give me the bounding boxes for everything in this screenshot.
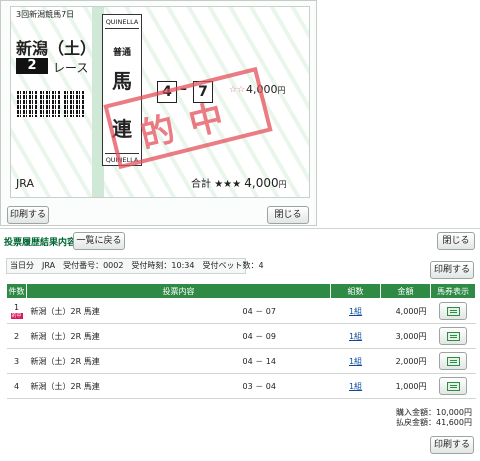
betting-ticket: 3回新潟競馬7日 新潟（土） 2 レース QUINELLA 普通 馬 連 QUI… <box>10 6 310 198</box>
amount-cell: 4,000円 <box>380 298 431 324</box>
print-button[interactable]: 印刷する <box>430 261 474 279</box>
ticket-total-line: 合計 ★★★ 4,000円 <box>191 175 287 190</box>
qr-code-icon <box>17 91 37 117</box>
combo-count-link[interactable]: 1組 <box>349 357 362 366</box>
ticket-view-button[interactable] <box>439 352 467 370</box>
total-stars: ★★★ <box>214 179 242 190</box>
ticket-view-button[interactable] <box>439 327 467 345</box>
combo-cell: 04 － 14 <box>238 348 331 374</box>
receipt-info-bar: 当日分 JRA 受付番号：0002 受付時刻：10:34 受付ベット数：4 <box>6 258 264 274</box>
table-row: 3 新潟（土）2R 馬連 04 － 14 1組 2,000円 <box>6 348 476 374</box>
ticket-view-cell <box>430 373 476 399</box>
column-header-count: 件数 <box>6 283 27 299</box>
totals-summary: 購入金額：10,000円 払戻金額：41,600円 <box>300 408 472 428</box>
bet-results-table: 件数 投票内容 組数 金額 馬券表示 1 的中 新潟（土）2R 馬連 04 － … <box>6 283 476 399</box>
bet-type-big-1: 馬 <box>112 69 132 93</box>
table-row: 2 新潟（土）2R 馬連 04 － 09 1組 3,000円 <box>6 323 476 349</box>
ticket-icon <box>447 307 460 316</box>
row-number-cell: 2 <box>6 323 27 349</box>
row-number: 1 <box>13 303 20 312</box>
table-row: 4 新潟（土）2R 馬連 03 － 04 1組 1,000円 <box>6 373 476 399</box>
page-title: 投票履歴結果内容 <box>4 238 77 248</box>
count-cell: 1組 <box>330 373 381 399</box>
race-cell: 新潟（土）2R 馬連 <box>26 373 239 399</box>
back-to-list-button[interactable]: 一覧に戻る <box>73 232 125 250</box>
combo-count-link[interactable]: 1組 <box>349 382 362 391</box>
hit-badge: 的中 <box>10 313 23 319</box>
table-row: 1 的中 新潟（土）2R 馬連 04 － 07 1組 4,000円 <box>6 298 476 324</box>
bet-type-small: 普通 <box>112 48 131 58</box>
total-amount: 4,000 <box>244 176 279 190</box>
combo-count-link[interactable]: 1組 <box>349 332 362 341</box>
race-cell: 新潟（土）2R 馬連 <box>26 298 239 324</box>
column-header-content: 投票内容 <box>26 283 331 299</box>
row-number-cell: 1 的中 <box>6 298 27 324</box>
column-header-amount: 金額 <box>380 283 431 299</box>
row-number-cell: 4 <box>6 373 27 399</box>
main-header: 投票履歴結果内容 一覧に戻る 閉じる <box>0 228 480 252</box>
combo-cell: 04 － 07 <box>238 298 331 324</box>
divider <box>105 28 139 29</box>
row-number-cell: 3 <box>6 348 27 374</box>
ticket-view-cell <box>430 348 476 374</box>
ticket-view-cell <box>430 323 476 349</box>
race-suffix: レース <box>53 61 89 75</box>
amount-cell: 1,000円 <box>380 373 431 399</box>
amount-cell: 2,000円 <box>380 348 431 374</box>
qr-code-icon <box>40 91 60 117</box>
count-cell: 1組 <box>330 323 381 349</box>
purchase-total: 購入金額：10,000円 <box>396 408 472 417</box>
ticket-view-cell <box>430 298 476 324</box>
venue-label: 新潟（土） <box>16 39 97 58</box>
ticket-view-button[interactable] <box>439 302 467 320</box>
ticket-view-button[interactable] <box>439 377 467 395</box>
jra-mark: JRA <box>16 177 34 190</box>
table-header-row: 件数 投票内容 組数 金額 馬券表示 <box>6 283 476 299</box>
race-cell: 新潟（土）2R 馬連 <box>26 323 239 349</box>
column-header-ticket-view: 馬券表示 <box>430 283 476 299</box>
race-number: 2 <box>16 58 48 74</box>
total-label: 合計 <box>191 179 211 190</box>
ticket-icon <box>447 357 460 366</box>
count-cell: 1組 <box>330 298 381 324</box>
ticket-icon <box>447 332 460 341</box>
combo-cell: 04 － 09 <box>238 323 331 349</box>
close-button[interactable]: 閉じる <box>437 232 475 250</box>
ticket-icon <box>447 382 460 391</box>
close-popup-button[interactable]: 閉じる <box>267 206 309 224</box>
qr-code-icon <box>64 91 84 117</box>
combo-cell: 03 － 04 <box>238 373 331 399</box>
race-cell: 新潟（土）2R 馬連 <box>26 348 239 374</box>
total-unit: 円 <box>278 180 287 189</box>
refund-total: 払戻金額：41,600円 <box>396 418 472 427</box>
amount-top-unit: 円 <box>277 86 286 95</box>
meet-label: 3回新潟競馬7日 <box>16 10 75 19</box>
print-button[interactable]: 印刷する <box>7 206 49 224</box>
column-header-combos: 組数 <box>330 283 381 299</box>
amount-cell: 3,000円 <box>380 323 431 349</box>
bet-type-en-top: QUINELLA <box>105 18 139 26</box>
combo-count-link[interactable]: 1組 <box>349 307 362 316</box>
ticket-popup: 3回新潟競馬7日 新潟（土） 2 レース QUINELLA 普通 馬 連 QUI… <box>0 0 317 226</box>
count-cell: 1組 <box>330 348 381 374</box>
print-button[interactable]: 印刷する <box>430 436 474 454</box>
